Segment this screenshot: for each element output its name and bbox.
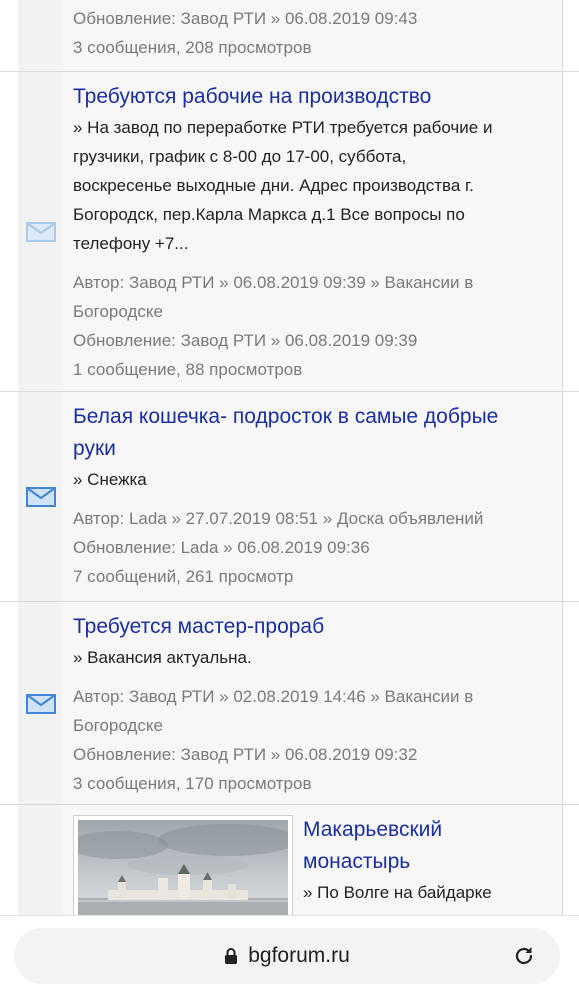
topic-title-link[interactable]: Требуются рабочие на производство [73,81,552,113]
topic-excerpt-line: » Снежка [73,470,147,489]
topic-excerpt-line: » На завод по переработке РТИ требуется … [73,118,493,137]
topic-stats: 1 сообщение, 88 просмотров [73,360,303,379]
topic-row: Белая кошечка- подросток в самые добрые … [0,391,579,601]
topic-content: Обновление: Завод РТИ » 06.08.2019 09:43… [63,0,563,72]
monastery-thumbnail[interactable] [68,815,298,915]
envelope-icon [26,694,56,714]
reload-icon[interactable] [512,944,536,968]
topic-content: Требуется мастер-прораб » Вакансия актуа… [63,602,563,804]
topic-excerpt-line: Богородск, пер.Карла Маркса д.1 Все вопр… [73,205,465,224]
topic-stats: 7 сообщений, 261 просмотр [73,567,294,586]
browser-address-bar: bgforum.ru [0,915,579,1001]
topic-excerpt-line: » Вакансия актуальна. [73,648,252,667]
topic-icon-cell [18,602,64,804]
url-text: bgforum.ru [248,944,350,967]
topic-row: Требуются рабочие на производство » На з… [0,71,579,391]
topic-icon-cell [18,0,64,72]
monastery-photo [68,820,298,915]
topic-excerpt-line: телефону +7... [73,234,189,253]
topic-title-link[interactable]: монастырь [303,846,552,878]
topic-row: Обновление: Завод РТИ » 06.08.2019 09:43… [0,0,579,72]
topic-author: Автор: Lada » 27.07.2019 08:51 » Доска о… [73,509,484,528]
topic-excerpt-line: воскресенье выходные дни. Адрес производ… [73,176,474,195]
topic-title-link[interactable]: руки [73,433,552,465]
topic-stats: 3 сообщения, 170 просмотров [73,774,312,793]
topic-author: Автор: Завод РТИ » 06.08.2019 09:39 » Ва… [73,273,474,292]
topic-updated: Обновление: Завод РТИ » 06.08.2019 09:39 [73,331,418,350]
envelope-icon [26,222,56,242]
topic-excerpt-line: » По Волге на байдарке [303,883,492,902]
topic-icon-cell [18,805,64,915]
topic-content: Макарьевский монастырь » По Волге на бай… [63,805,563,915]
topic-content: Белая кошечка- подросток в самые добрые … [63,392,563,601]
topic-author: Автор: Завод РТИ » 02.08.2019 14:46 » Ва… [73,687,474,706]
topic-updated: Обновление: Завод РТИ » 06.08.2019 09:32 [73,745,418,764]
topic-excerpt-line: грузчики, график с 8-00 до 17-00, суббот… [73,147,407,166]
topic-icon-cell [18,392,64,601]
topic-title-link[interactable]: Требуется мастер-прораб [73,611,552,643]
topic-updated: Обновление: Завод РТИ » 06.08.2019 09:43 [73,9,418,28]
topic-stats: 3 сообщения, 208 просмотров [73,38,312,57]
topic-title-link[interactable]: Макарьевский [303,814,552,846]
topic-forum: Богородске [73,302,163,321]
topic-row: Макарьевский монастырь » По Волге на бай… [0,804,579,915]
topic-content: Требуются рабочие на производство » На з… [63,72,563,391]
topic-icon-cell [18,72,64,391]
topic-list: Обновление: Завод РТИ » 06.08.2019 09:43… [0,0,579,915]
topic-row: Требуется мастер-прораб » Вакансия актуа… [0,601,579,804]
url-field[interactable]: bgforum.ru [14,928,560,984]
topic-updated: Обновление: Lada » 06.08.2019 09:36 [73,538,370,557]
envelope-icon [26,487,56,507]
topic-title-link[interactable]: Белая кошечка- подросток в самые добрые [73,401,552,433]
topic-forum: Богородске [73,716,163,735]
lock-icon [225,948,238,964]
